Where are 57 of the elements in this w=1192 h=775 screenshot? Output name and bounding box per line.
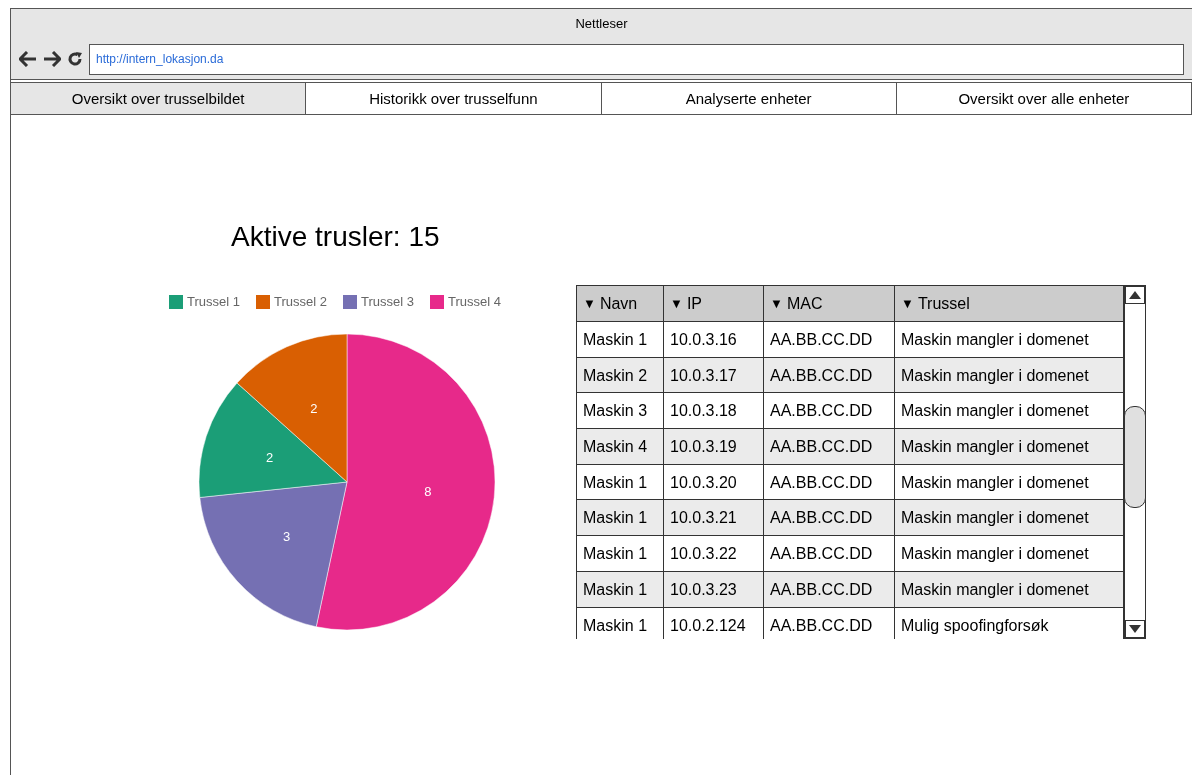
slice-label: 2 (265, 449, 274, 465)
table-cell: Maskin 1 (577, 607, 664, 639)
table-cell: AA.BB.CC.DD (764, 607, 895, 639)
sort-caret-icon: ▼ (583, 286, 596, 321)
legend-label: Trussel 3 (360, 293, 414, 311)
table-cell: 10.0.3.22 (664, 536, 764, 571)
table-cell: AA.BB.CC.DD (764, 357, 895, 393)
scroll-up-icon[interactable] (1125, 286, 1145, 304)
forward-arrow-icon[interactable] (43, 51, 61, 67)
table-cell: 10.0.3.17 (664, 357, 764, 393)
column-header[interactable]: ▼ IP (664, 286, 764, 321)
table-cell: AA.BB.CC.DD (764, 500, 895, 536)
table-cell: 10.0.2.124 (664, 607, 764, 639)
table-cell: AA.BB.CC.DD (764, 429, 895, 464)
table-cell: Maskin 1 (577, 571, 664, 607)
table-cell: Maskin 1 (577, 322, 664, 357)
window-title: Nettleser (574, 15, 629, 33)
sort-caret-icon: ▼ (770, 286, 783, 321)
legend-label: Trussel 4 (447, 293, 501, 311)
table-cell: 10.0.3.20 (664, 464, 764, 500)
sort-caret-icon: ▼ (670, 286, 683, 321)
sort-caret-icon: ▼ (901, 286, 914, 321)
table-cell: Maskin 2 (577, 357, 664, 393)
table-cell: AA.BB.CC.DD (764, 393, 895, 429)
table-cell: 10.0.3.16 (664, 322, 764, 357)
table-cell: 10.0.3.19 (664, 429, 764, 464)
page-heading: Aktive trusler: 15 (231, 220, 441, 254)
table-cell: AA.BB.CC.DD (764, 322, 895, 357)
column-label: IP (686, 294, 702, 314)
table-cell: 10.0.3.18 (664, 393, 764, 429)
scroll-thumb[interactable] (1124, 406, 1146, 508)
slice-label: 8 (424, 483, 432, 498)
table-cell: AA.BB.CC.DD (764, 464, 895, 500)
table-cell: AA.BB.CC.DD (764, 571, 895, 607)
legend-label: Trussel 1 (187, 293, 240, 311)
back-arrow-icon[interactable] (19, 51, 37, 67)
address-field[interactable]: http://intern_lokasjon.da (89, 43, 1184, 75)
scrollbar[interactable] (1124, 285, 1146, 639)
column-header[interactable]: ▼ MAC (764, 286, 895, 321)
table-cell: Maskin 1 (577, 464, 664, 500)
slice-label: 3 (282, 528, 291, 544)
column-label: Navn (599, 294, 638, 314)
table-cell: Maskin 1 (577, 500, 664, 536)
table-cell: 10.0.3.23 (664, 571, 764, 607)
column-label: MAC (786, 294, 823, 314)
nav-tab[interactable]: Oversikt over trusselbildet (11, 83, 307, 114)
table-cell: 10.0.3.21 (664, 500, 764, 536)
column-label: Trussel (917, 294, 970, 314)
table-cell: Maskin 3 (577, 393, 664, 429)
column-header[interactable]: ▼ Navn (577, 286, 664, 321)
reload-icon[interactable] (67, 51, 83, 67)
table-cell: Maskin 1 (577, 536, 664, 571)
legend-label: Trussel 2 (274, 293, 327, 311)
table-cell: AA.BB.CC.DD (764, 536, 895, 571)
slice-label: 2 (310, 400, 318, 416)
scroll-down-icon[interactable] (1125, 620, 1145, 638)
table-cell: Maskin 4 (577, 429, 664, 464)
